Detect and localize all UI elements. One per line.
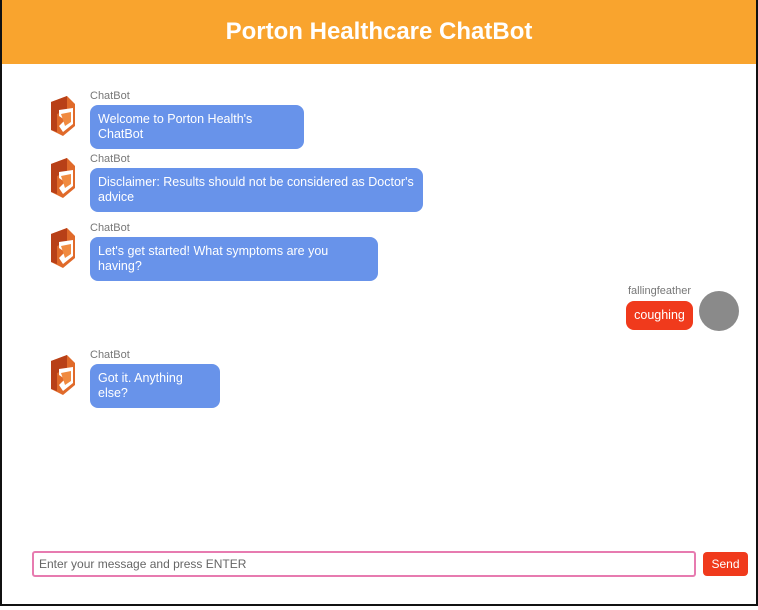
bot-message-bubble: Disclaimer: Results should not be consid… xyxy=(90,168,423,212)
sender-name: ChatBot xyxy=(90,153,130,165)
page-title: Porton Healthcare ChatBot xyxy=(225,18,533,45)
sender-name: ChatBot xyxy=(90,90,130,102)
sender-name: ChatBot xyxy=(90,349,130,361)
bot-message-bubble: Welcome to Porton Health's ChatBot xyxy=(90,105,304,149)
header: Porton Healthcare ChatBot xyxy=(2,0,756,64)
porton-logo-icon xyxy=(51,228,75,268)
porton-logo-icon xyxy=(51,158,75,198)
bot-message-bubble: Let's get started! What symptoms are you… xyxy=(90,237,378,281)
user-avatar-icon xyxy=(699,291,739,331)
send-button[interactable]: Send xyxy=(703,552,748,576)
user-message-bubble: coughing xyxy=(626,301,693,330)
porton-logo-icon xyxy=(51,96,75,136)
message-input[interactable] xyxy=(32,551,696,577)
sender-name: fallingfeather xyxy=(628,285,691,297)
sender-name: ChatBot xyxy=(90,222,130,234)
porton-logo-icon xyxy=(51,355,75,395)
chat-window: Porton Healthcare ChatBot ChatBot Welcom… xyxy=(0,0,758,606)
bot-message-bubble: Got it. Anything else? xyxy=(90,364,220,408)
